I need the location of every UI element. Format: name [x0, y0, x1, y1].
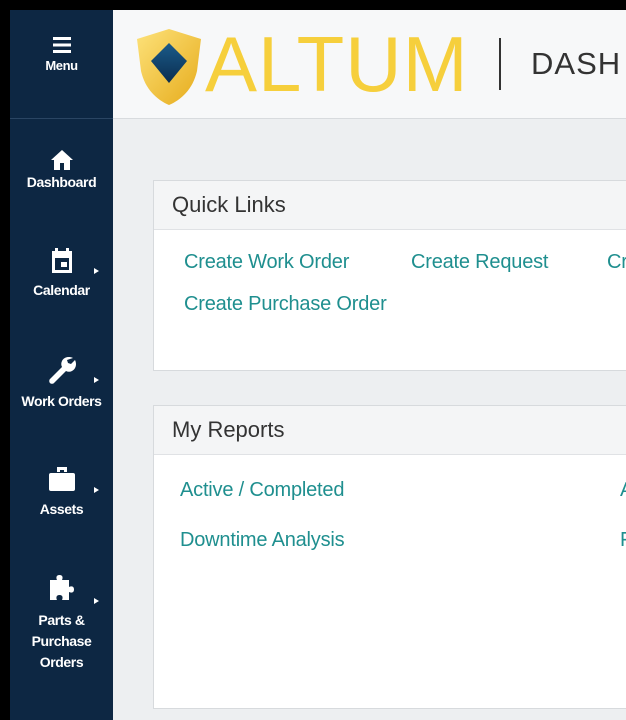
report-link-truncated[interactable]: A [620, 479, 626, 502]
sidebar-item-dashboard[interactable]: Dashboard [10, 148, 113, 193]
my-reports-panel: My Reports Active / Completed A Downtime… [153, 405, 626, 709]
puzzle-icon [49, 575, 74, 600]
sidebar-item-assets[interactable]: Assets [10, 465, 113, 520]
menu-label: Menu [45, 58, 78, 73]
brand-wordmark: ALTUM [205, 20, 469, 108]
sidebar-item-parts-purchase-orders[interactable]: Parts & Purchase Orders [10, 572, 113, 673]
expand-caret-icon [94, 377, 99, 383]
sidebar-item-label: Purchase [31, 633, 92, 649]
sidebar: Menu Dashboard Calendar Work Orders Asse… [10, 10, 113, 720]
header: ALTUM DASH [113, 10, 626, 119]
header-divider [499, 38, 501, 90]
expand-caret-icon [94, 268, 99, 274]
create-purchase-order-link[interactable]: Create Purchase Order [184, 293, 387, 316]
home-icon [50, 150, 73, 170]
shield-logo-icon [137, 29, 201, 105]
downtime-analysis-report-link[interactable]: Downtime Analysis [180, 529, 345, 552]
menu-divider [10, 118, 113, 119]
sidebar-item-label: Parts & [38, 612, 85, 628]
report-link-truncated[interactable]: F [620, 529, 626, 552]
create-work-order-link[interactable]: Create Work Order [184, 251, 349, 274]
briefcase-icon [48, 467, 75, 491]
create-link-truncated[interactable]: Cr [607, 251, 626, 274]
panel-title: My Reports [154, 406, 626, 455]
sidebar-item-calendar[interactable]: Calendar [10, 248, 113, 301]
panel-title: Quick Links [154, 181, 626, 230]
active-completed-report-link[interactable]: Active / Completed [180, 479, 344, 502]
sidebar-item-work-orders[interactable]: Work Orders [10, 355, 113, 412]
calendar-icon [51, 248, 72, 273]
sidebar-item-label: Orders [39, 654, 84, 670]
wrench-icon [48, 357, 76, 384]
page-title: DASH [531, 46, 622, 81]
menu-button[interactable]: Menu [10, 36, 113, 78]
sidebar-item-label: Dashboard [26, 174, 97, 190]
sidebar-item-label: Work Orders [21, 393, 102, 409]
expand-caret-icon [94, 487, 99, 493]
quick-links-panel: Quick Links Create Work Order Create Req… [153, 180, 626, 371]
sidebar-item-label: Assets [39, 501, 84, 517]
sidebar-item-label: Calendar [33, 282, 90, 298]
expand-caret-icon [94, 598, 99, 604]
create-request-link[interactable]: Create Request [411, 251, 548, 274]
main-content: ALTUM DASH Quick Links Create Work Order… [113, 10, 626, 720]
hamburger-icon [52, 37, 71, 53]
